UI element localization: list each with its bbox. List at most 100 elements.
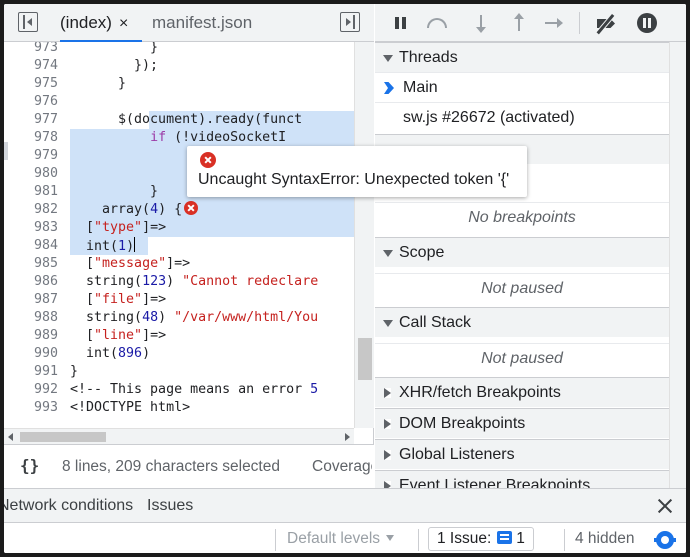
toolbar-divider <box>579 12 580 34</box>
thread-main[interactable]: Main <box>375 72 669 102</box>
code-line[interactable]: 991} <box>4 363 354 381</box>
bottom-drawer: Network conditions Issues Default levels… <box>4 488 686 553</box>
step-out-icon[interactable] <box>514 13 524 31</box>
section-scope[interactable]: Scope <box>375 237 669 267</box>
code-line[interactable]: 987 ["file"]=> <box>4 291 354 309</box>
line-source: ["file"]=> <box>70 292 167 307</box>
error-icon[interactable] <box>184 201 199 215</box>
current-thread-arrow-icon <box>384 82 394 94</box>
section-threads-label: Threads <box>399 49 458 66</box>
chevron-down-icon <box>383 55 393 62</box>
line-source: <!-- This page means an error 5 <box>70 382 319 397</box>
scroll-left-icon[interactable] <box>8 433 13 441</box>
code-line[interactable]: 978 if (!videoSocketI <box>4 129 354 147</box>
line-number: 992 <box>33 382 58 397</box>
line-source: $(document).ready(funct <box>70 112 303 127</box>
editor-status-bar: {} 8 lines, 209 characters selected Cove… <box>4 444 374 488</box>
step-icon[interactable] <box>545 18 563 28</box>
sidebar-scrollbar[interactable] <box>669 42 686 488</box>
gear-icon[interactable] <box>654 531 676 549</box>
deactivate-breakpoints-icon[interactable] <box>595 14 619 32</box>
chevron-right-icon <box>384 419 391 429</box>
line-number: 979 <box>33 148 58 163</box>
close-icon[interactable] <box>654 495 676 517</box>
debugger-sidebar: Threads Main sw.js #26672 (activated) No… <box>375 4 686 488</box>
section-global-listeners[interactable]: Global Listeners <box>375 439 669 469</box>
line-source: } <box>70 184 159 199</box>
line-number: 978 <box>33 130 58 145</box>
line-source: ["message"]=> <box>70 256 191 271</box>
issues-counter-button[interactable]: 1 Issue: 1 <box>428 527 534 551</box>
code-line[interactable]: 986 string(123) "Cannot redeclare <box>4 273 354 291</box>
thread-sw-label: sw.js #26672 (activated) <box>403 109 575 126</box>
pause-on-exceptions-icon[interactable] <box>637 13 657 33</box>
log-levels-dropdown[interactable]: Default levels <box>287 530 395 548</box>
code-line[interactable]: 976 <box>4 93 354 111</box>
tab-manifest-label: manifest.json <box>152 13 253 32</box>
code-line[interactable]: 973 } <box>4 42 354 57</box>
step-into-icon[interactable] <box>476 15 486 33</box>
line-number: 981 <box>33 184 58 199</box>
scroll-thumb[interactable] <box>358 338 372 380</box>
section-xhr-breakpoints[interactable]: XHR/fetch Breakpoints <box>375 377 669 407</box>
line-number: 985 <box>33 256 58 271</box>
sidebar-sections: Threads Main sw.js #26672 (activated) No… <box>375 42 669 488</box>
code-line[interactable]: 989 ["line"]=> <box>4 327 354 345</box>
line-number: 980 <box>33 166 58 181</box>
scroll-thumb[interactable] <box>20 432 106 442</box>
code-line[interactable]: 983 ["type"]=> <box>4 219 354 237</box>
tab-issues[interactable]: Issues <box>147 497 193 515</box>
pretty-print-icon[interactable]: {} <box>20 456 39 475</box>
code-line[interactable]: 984 int(1) <box>4 237 354 255</box>
chevron-down-icon <box>383 320 393 327</box>
section-threads[interactable]: Threads <box>375 42 669 72</box>
line-number: 991 <box>33 364 58 379</box>
code-line[interactable]: 977 $(document).ready(funct <box>4 111 354 129</box>
chevron-right-icon <box>384 481 391 488</box>
line-number: 976 <box>33 94 58 109</box>
scope-empty: Not paused <box>375 273 669 303</box>
tab-manifest[interactable]: manifest.json <box>152 4 252 42</box>
code-line[interactable]: 992 <!-- This page means an error 5 <box>4 381 354 399</box>
line-number: 977 <box>33 112 58 127</box>
line-number: 993 <box>33 400 58 415</box>
text-caret <box>134 237 136 252</box>
code-line[interactable]: 985 ["message"]=> <box>4 255 354 273</box>
line-number: 973 <box>33 42 58 55</box>
editor-vertical-scrollbar[interactable] <box>354 42 374 428</box>
scroll-right-icon[interactable] <box>345 433 350 441</box>
code-line[interactable]: 993 <!DOCTYPE html> <box>4 399 354 417</box>
code-line[interactable]: 990 int(896) <box>4 345 354 363</box>
section-dom-breakpoints[interactable]: DOM Breakpoints <box>375 408 669 438</box>
chevron-down-icon <box>383 250 393 257</box>
toggle-debugger-sidebar-icon[interactable] <box>340 12 360 32</box>
line-source: int(896) <box>70 346 151 361</box>
tab-network-conditions[interactable]: Network conditions <box>4 497 133 515</box>
code-editor[interactable]: 973 } 974 }); 975 } 976 977 $(document).read… <box>4 42 354 428</box>
hidden-count: 4 hidden <box>575 530 635 547</box>
issue-icon <box>497 531 513 544</box>
editor-horizontal-scrollbar[interactable] <box>4 428 354 444</box>
code-line[interactable]: 974 }); <box>4 57 354 75</box>
line-source: ["type"]=> <box>70 220 167 235</box>
code-line[interactable]: 988 string(48) "/var/www/html/You <box>4 309 354 327</box>
pause-icon[interactable] <box>392 14 410 32</box>
tab-close-icon[interactable]: × <box>119 15 128 32</box>
step-over-icon[interactable] <box>427 18 447 28</box>
line-number: 983 <box>33 220 58 235</box>
section-call-stack[interactable]: Call Stack <box>375 307 669 337</box>
line-number: 990 <box>33 346 58 361</box>
section-scope-label: Scope <box>399 244 445 261</box>
line-number: 989 <box>33 328 58 343</box>
section-event-listener-breakpoints[interactable]: Event Listener Breakpoints <box>375 470 669 488</box>
issues-label: 1 Issue: <box>437 530 492 547</box>
error-tooltip: Uncaught SyntaxError: Unexpected token '… <box>187 146 527 197</box>
toggle-navigator-icon[interactable] <box>18 12 38 32</box>
thread-sw[interactable]: sw.js #26672 (activated) <box>375 102 669 132</box>
code-line[interactable]: 975 } <box>4 75 354 93</box>
tab-index[interactable]: (index) × <box>60 4 142 42</box>
breakpoints-empty: No breakpoints <box>375 202 669 232</box>
line-source: } <box>70 42 159 55</box>
toolbar-divider <box>275 529 276 551</box>
code-line[interactable]: 982 array(4) { <box>4 201 354 219</box>
